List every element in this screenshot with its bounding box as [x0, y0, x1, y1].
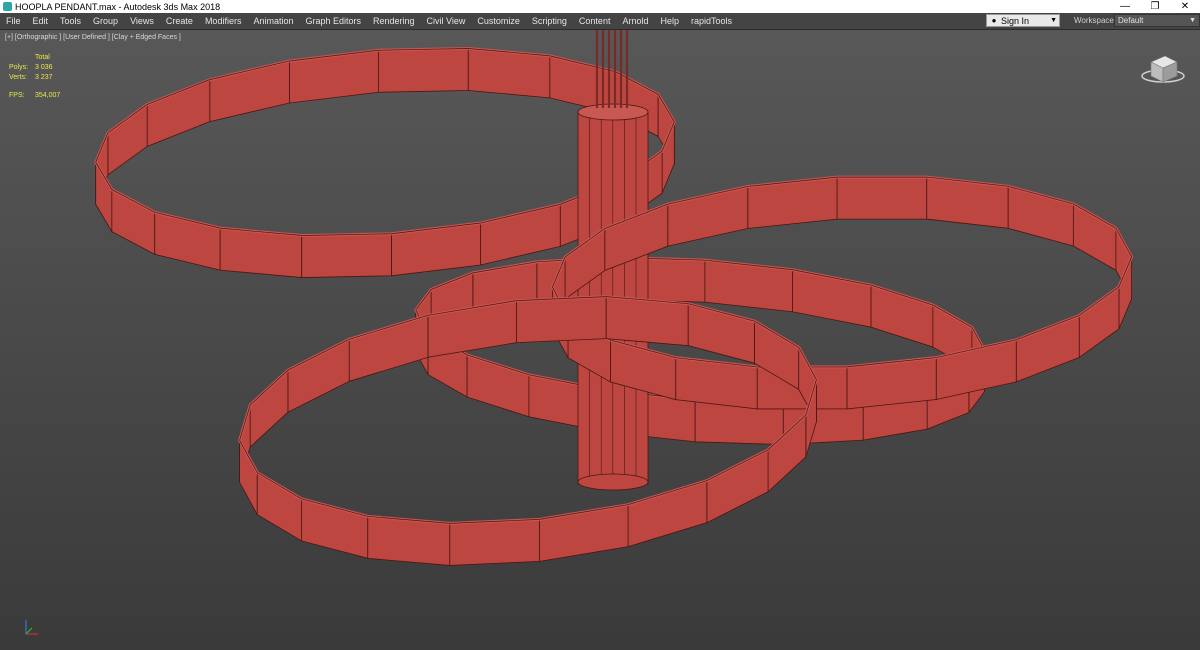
menu-edit[interactable]: Edit — [27, 16, 55, 26]
close-icon: ✕ — [1180, 1, 1190, 12]
ring-segment — [449, 518, 540, 566]
window-title: HOOPLA PENDANT.max - Autodesk 3ds Max 20… — [15, 1, 221, 12]
viewcube-icon — [1141, 55, 1185, 83]
sign-in-dropdown[interactable]: ● Sign In ▼ — [986, 14, 1060, 27]
ring-middle — [413, 255, 987, 445]
chevron-down-icon: ▼ — [1189, 17, 1196, 24]
sign-in-label: Sign In — [1001, 15, 1030, 26]
column-cap — [577, 103, 649, 121]
ring-segment — [1072, 203, 1117, 271]
menu-group[interactable]: Group — [87, 16, 124, 26]
menu-bar: File Edit Tools Group Views Create Modif… — [0, 13, 1200, 30]
menu-content[interactable]: Content — [573, 16, 617, 26]
ring-segment — [1078, 286, 1120, 359]
restore-button[interactable]: ❐ — [1140, 0, 1170, 13]
ring-segment — [378, 48, 469, 93]
menu-views[interactable]: Views — [124, 16, 160, 26]
axis-tripod-icon — [25, 620, 38, 635]
workspace-select[interactable]: Default ▼ — [1114, 14, 1200, 27]
workspace-value: Default — [1118, 16, 1144, 25]
menu-animation[interactable]: Animation — [247, 16, 299, 26]
stats-fps-label: FPS: — [9, 92, 25, 99]
stats-polys-label: Polys: — [9, 64, 29, 71]
ring-segment — [301, 233, 392, 278]
viewport-label[interactable]: [+] [Orthographic ] [User Defined ] [Cla… — [5, 34, 181, 41]
menu-scripting[interactable]: Scripting — [526, 16, 573, 26]
menu-civil-view[interactable]: Civil View — [421, 16, 472, 26]
menu-file[interactable]: File — [0, 16, 27, 26]
ring-segment — [836, 176, 928, 220]
stats-total-header: Total — [35, 54, 50, 61]
menu-create[interactable]: Create — [160, 16, 199, 26]
chevron-down-icon: ▼ — [1050, 17, 1057, 24]
ring-segment — [249, 369, 289, 448]
axis-y — [25, 627, 33, 635]
stats-verts-label: Verts: — [9, 74, 27, 81]
menu-items: File Edit Tools Group Views Create Modif… — [0, 13, 738, 29]
ring-segment — [287, 338, 350, 413]
ring-segment — [1015, 314, 1080, 383]
minimize-icon: — — [1120, 1, 1130, 12]
menu-customize[interactable]: Customize — [471, 16, 526, 26]
scene-canvas[interactable] — [0, 30, 1200, 650]
ring-segment — [107, 103, 148, 176]
menu-rendering[interactable]: Rendering — [367, 16, 421, 26]
stats-polys-value: 3 036 — [35, 64, 53, 71]
statistics-overlay: Total Polys: 3 036 Verts: 3 237 FPS: 354,00… — [9, 53, 60, 101]
app-icon — [3, 2, 12, 11]
title-bar: HOOPLA PENDANT.max - Autodesk 3ds Max 20… — [0, 0, 1200, 13]
column-base — [577, 473, 649, 491]
ring-segment — [516, 296, 607, 344]
stats-verts-value: 3 237 — [35, 74, 53, 81]
minimize-button[interactable]: — — [1110, 0, 1140, 13]
menu-graph-editors[interactable]: Graph Editors — [299, 16, 367, 26]
menu-rapidtools[interactable]: rapidTools — [685, 16, 738, 26]
viewport[interactable]: [+] [Orthographic ] [User Defined ] [Cla… — [0, 30, 1200, 650]
menu-modifiers[interactable]: Modifiers — [199, 16, 248, 26]
menu-tools[interactable]: Tools — [54, 16, 87, 26]
ring-segment — [706, 449, 769, 524]
ring-segment — [256, 471, 302, 542]
ring-segment — [146, 79, 211, 148]
restore-icon: ❐ — [1150, 1, 1160, 12]
close-button[interactable]: ✕ — [1170, 0, 1200, 13]
ring-segment — [627, 480, 708, 548]
stats-fps-value: 354,007 — [35, 92, 61, 99]
ring-segment — [348, 314, 429, 382]
menu-help[interactable]: Help — [654, 16, 685, 26]
menu-arnold[interactable]: Arnold — [616, 16, 654, 26]
user-icon: ● — [991, 16, 997, 25]
